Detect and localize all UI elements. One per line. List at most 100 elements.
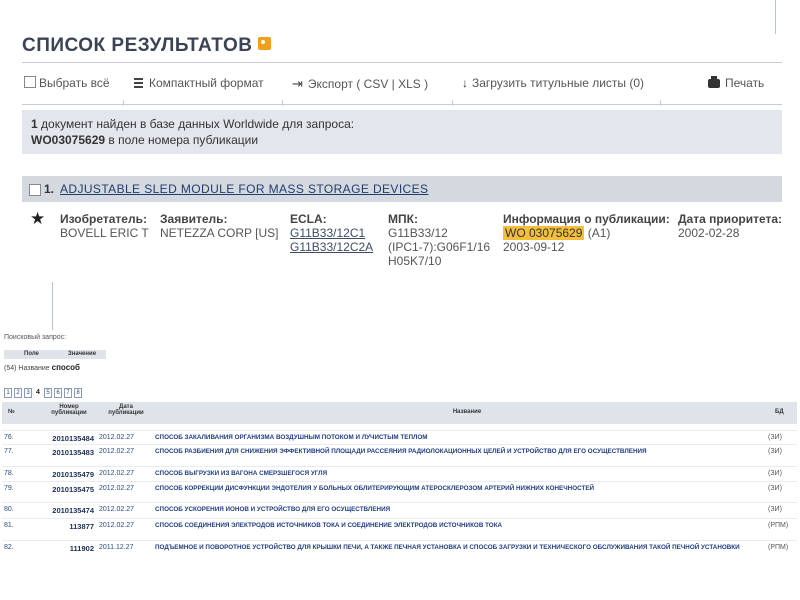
download-covers-button[interactable]: ↓ Загрузить титульные листы (0) [462, 76, 644, 90]
publication-number-link[interactable]: 111902 [36, 544, 94, 553]
col-header-pubnum-line2: публикации [51, 410, 87, 416]
row-divider [2, 466, 797, 467]
divider [22, 62, 782, 63]
table-header: № Номер публикации Дата публикации Названи… [2, 402, 797, 424]
col-header-date: Дата публикации [100, 404, 152, 416]
publication-title-link[interactable]: ПОДЪЕМНОЕ И ПОВОРОТНОЕ УСТРОЙСТВО ДЛЯ КР… [155, 544, 755, 552]
current-page: 4 [34, 388, 42, 398]
priority-label: Дата приоритета: [678, 212, 783, 226]
publication-date: 2012.02.27 [99, 470, 135, 477]
row-index: 81. [4, 522, 14, 529]
page-link[interactable]: 1 [4, 388, 12, 398]
compact-format-label: Компактный формат [149, 76, 264, 90]
export-button[interactable]: ⇥ Экспорт ( CSV | XLS ) [292, 76, 428, 92]
rss-icon[interactable] [258, 37, 272, 50]
results-panel: СПИСОК РЕЗУЛЬТАТОВ Выбрать всё Компактны… [0, 0, 800, 300]
checkbox-icon[interactable] [24, 76, 36, 88]
row-divider [2, 518, 797, 519]
result-title-link[interactable]: ADJUSTABLE SLED MODULE FOR MASS STORAGE … [60, 182, 428, 196]
print-button[interactable]: Печать [708, 76, 764, 90]
applicant-label: Заявитель: [160, 212, 228, 226]
ipc-value: G11B33/12 [388, 226, 448, 240]
fips-results-panel: Поисковый запрос: Поле Значение (54) Наз… [0, 330, 800, 600]
page-link[interactable]: 5 [44, 388, 52, 398]
publication-title-link[interactable]: СПОСОБ УСКОРЕНИЯ ИОНОВ И УСТРОЙСТВО ДЛЯ … [155, 506, 755, 514]
col-header-no: № [8, 409, 15, 415]
page-title: СПИСОК РЕЗУЛЬТАТОВ [22, 35, 272, 57]
publication-kind: (A1) [584, 226, 611, 240]
publication-date: 2011.12.27 [99, 544, 134, 551]
publication-title-link[interactable]: СПОСОБ КОРРЕКЦИИ ДИСФУНКЦИИ ЭНДОТЕЛИЯ У … [155, 485, 755, 493]
page-link[interactable]: 8 [74, 388, 82, 398]
publication-info-label: Информация о публикации: [503, 212, 670, 226]
database-code: (ЗИ) [768, 470, 782, 477]
list-icon [134, 78, 143, 88]
row-divider [2, 430, 797, 431]
publication-date: 2012.02.27 [99, 522, 135, 529]
publication-date: 2003-09-12 [503, 240, 565, 254]
ipc-value: H05K7/10 [388, 254, 442, 268]
database-code: (ЗИ) [768, 485, 782, 492]
export-arrow-icon: ⇥ [292, 76, 303, 91]
applicant-value: NETEZZA CORP [US] [160, 226, 279, 240]
row-divider [2, 540, 797, 541]
select-all-button[interactable]: Выбрать всё [24, 76, 110, 90]
inventor-value: BOVELL ERIC T [60, 226, 149, 240]
applicant-column: Заявитель: NETEZZA CORP [US] [160, 212, 278, 240]
export-label: Экспорт ( CSV | XLS ) [307, 77, 429, 91]
result-count-line: 1 документ найден в базе данных Worldwid… [31, 117, 354, 131]
toolbar: Выбрать всё Компактный формат ⇥ Экспорт (… [22, 74, 782, 94]
publication-number-link[interactable]: 2010135483 [36, 448, 94, 457]
row-index: 76. [4, 434, 14, 441]
publication-number-link[interactable]: 2010135479 [36, 470, 94, 479]
row-index: 77. [4, 448, 14, 455]
result-checkbox[interactable] [29, 184, 41, 196]
download-covers-label: Загрузить титульные листы (0) [472, 76, 645, 90]
compact-format-button[interactable]: Компактный формат [134, 76, 264, 90]
database-code: (РПМ) [768, 522, 789, 529]
publication-number-link[interactable]: WO 03075629 [503, 226, 585, 240]
row-index: 78. [4, 470, 14, 477]
row-divider [2, 502, 797, 503]
result-header: 1. ADJUSTABLE SLED MODULE FOR MASS STORA… [22, 176, 782, 202]
publication-title-link[interactable]: СПОСОБ РАЗБИЕНИЯ ДЛЯ СНИЖЕНИЯ ЭФФЕКТИВНО… [155, 448, 755, 456]
publication-title-link[interactable]: СПОСОБ ВЫГРУЗКИ ИЗ ВАГОНА СМЕРЗШЕГОСЯ УГ… [155, 470, 755, 478]
page-link[interactable]: 6 [54, 388, 62, 398]
page-link[interactable]: 2 [14, 388, 22, 398]
publication-number-link[interactable]: 113877 [36, 522, 94, 531]
page-link[interactable]: 7 [64, 388, 72, 398]
toolbar-separator [123, 100, 124, 106]
publication-title-link[interactable]: СПОСОБ СОЕДИНЕНИЯ ЭЛЕКТРОДОВ ИСТОЧНИКОВ … [155, 522, 755, 530]
ecla-label: ECLA: [290, 212, 327, 226]
query-label: Поисковый запрос: [4, 334, 67, 341]
publication-number-link[interactable]: 2010135484 [36, 434, 94, 443]
toolbar-separator [282, 100, 283, 106]
row-divider [2, 444, 797, 445]
publication-number-link[interactable]: 2010135474 [36, 506, 94, 515]
query-field-text: в поле номера публикации [105, 133, 259, 147]
divider [22, 104, 782, 105]
priority-date: 2002-02-28 [678, 226, 740, 240]
query-value: WO03075629 [31, 133, 106, 147]
toolbar-separator [660, 100, 661, 106]
publication-title-link[interactable]: СПОСОБ ЗАКАЛИВАНИЯ ОРГАНИЗМА ВОЗДУШНЫМ П… [155, 434, 755, 442]
publication-number-link[interactable]: 2010135475 [36, 485, 94, 494]
row-index: 79. [4, 485, 14, 492]
ecla-link[interactable]: G11B33/12C2A [290, 240, 373, 254]
page-link[interactable]: 3 [24, 388, 32, 398]
publication-info-column: Информация о публикации: WO 03075629 (A1… [503, 212, 670, 254]
star-icon[interactable]: ★ [30, 209, 45, 229]
ipc-column: МПК: G11B33/12 (IPC1-7):G06F1/16 H05K7/1… [388, 212, 490, 268]
priority-column: Дата приоритета: 2002-02-28 [678, 212, 782, 240]
query-table-row: (54) Название способ [4, 363, 80, 372]
col-header-name: Название [452, 409, 482, 415]
ecla-link[interactable]: G11B33/12C1 [290, 226, 373, 240]
download-arrow-icon: ↓ [462, 76, 468, 90]
database-code: (ЗИ) [768, 448, 782, 455]
ipc-label: МПК: [388, 212, 418, 226]
row-index: 82. [4, 544, 14, 551]
search-info-box: 1 документ найден в базе данных Worldwid… [22, 110, 782, 154]
toolbar-separator [452, 100, 453, 106]
query-line: WO03075629 в поле номера публикации [31, 133, 258, 147]
query-value: способ [51, 363, 80, 372]
